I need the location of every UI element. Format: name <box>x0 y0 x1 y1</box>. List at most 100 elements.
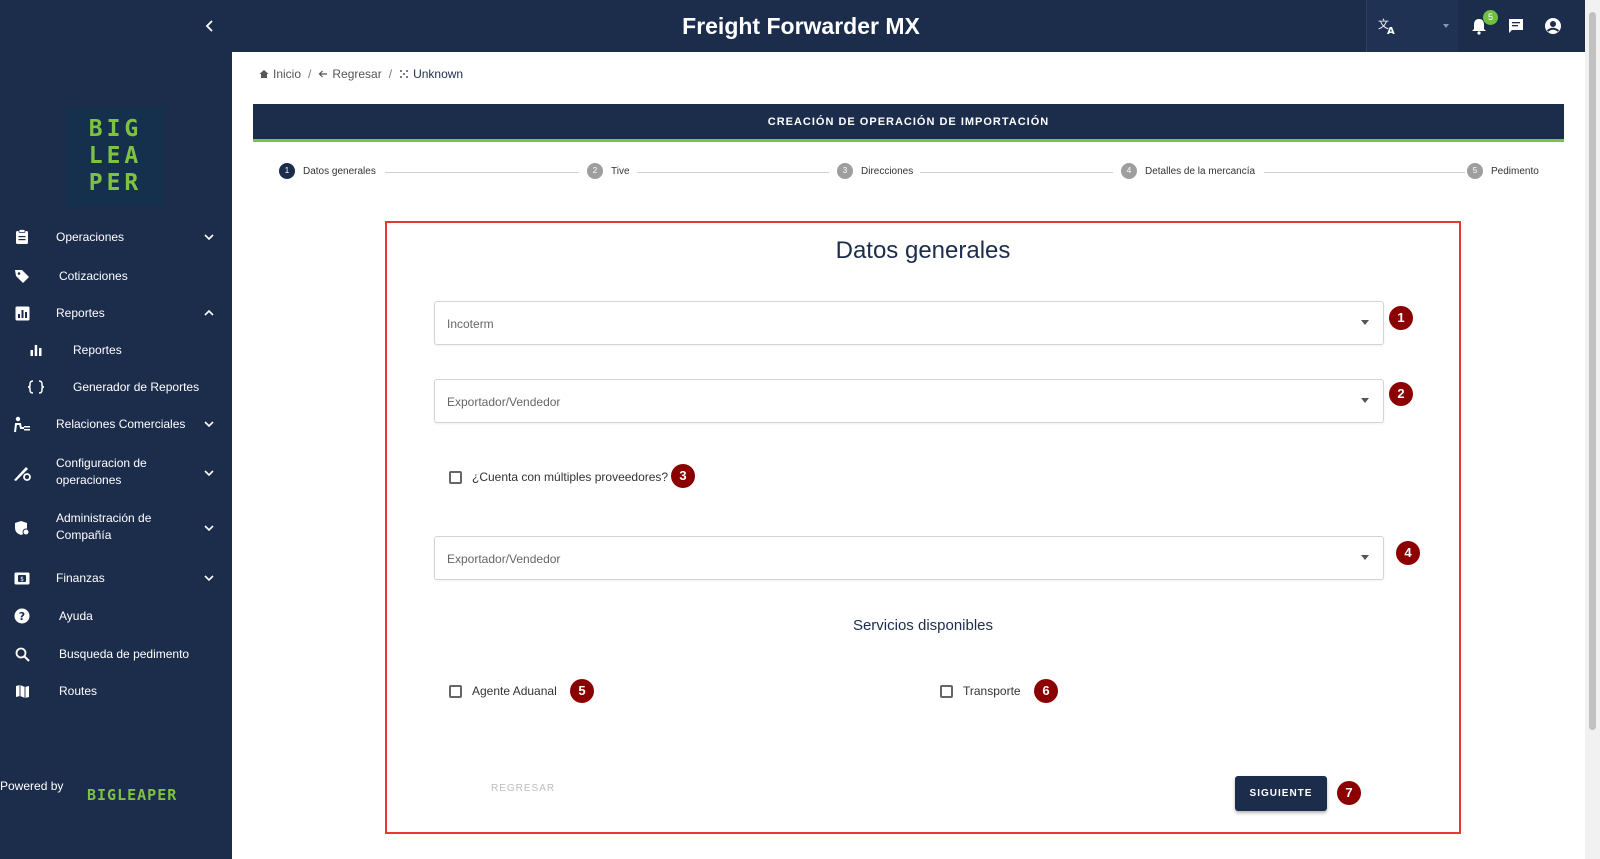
breadcrumb-home[interactable]: Inicio <box>259 67 301 81</box>
translate-icon: 文A <box>1378 17 1398 40</box>
sidebar-item-label: Generador de Reportes <box>73 379 200 394</box>
chat-icon[interactable] <box>1507 17 1525 35</box>
bar-chart-icon <box>27 341 45 359</box>
step-number: 5 <box>1467 163 1483 179</box>
step-datos-generales[interactable]: 1 Datos generales <box>279 163 376 179</box>
exporter-placeholder: Exportador/Vendedor <box>447 552 561 566</box>
svg-text:$: $ <box>20 576 24 583</box>
biglea-per-logo: BIG LEA PER <box>66 107 165 206</box>
sidebar-item-reportes[interactable]: Reportes <box>0 303 232 323</box>
collapse-sidebar-icon[interactable] <box>202 18 218 34</box>
form-title: Datos generales <box>835 237 1011 264</box>
logo-line: PER <box>88 170 143 196</box>
annotation-marker: 6 <box>1034 679 1058 703</box>
checkbox-label: Agente Aduanal <box>472 684 557 698</box>
step-pedimento[interactable]: 5 Pedimento <box>1467 163 1539 179</box>
report-icon <box>13 304 31 322</box>
dropdown-caret-icon <box>1443 24 1449 28</box>
sidebar-item-label: Ayuda <box>59 608 93 623</box>
sidebar-item-routes[interactable]: Routes <box>0 681 232 701</box>
checkbox-label: Transporte <box>963 684 1021 698</box>
exporter-placeholder: Exportador/Vendedor <box>447 395 561 409</box>
step-label: Datos generales <box>303 165 376 177</box>
sidebar-item-cotizaciones[interactable]: Cotizaciones <box>0 266 232 286</box>
sidebar-item-busqueda-pedimento[interactable]: Busqueda de pedimento <box>0 644 232 664</box>
stepper-connector <box>637 172 829 173</box>
people-icon <box>13 415 31 433</box>
step-tive[interactable]: 2 Tive <box>587 163 630 179</box>
stepper-connector <box>1264 172 1465 173</box>
svg-text:?: ? <box>19 610 25 623</box>
sidebar-item-relaciones-comerciales[interactable]: Relaciones Comerciales <box>0 414 232 434</box>
next-button[interactable]: SIGUIENTE <box>1235 776 1327 811</box>
language-selector[interactable]: 文A <box>1366 0 1458 52</box>
svg-text:A: A <box>1387 26 1395 35</box>
step-label: Tive <box>611 165 630 177</box>
logo-line: LEA <box>88 143 143 169</box>
multiple-suppliers-checkbox[interactable]: ¿Cuenta con múltiples proveedores? <box>449 470 668 484</box>
step-direcciones[interactable]: 3 Direcciones <box>837 163 913 179</box>
bigleaper-footer-logo: BIGLEAPER <box>87 786 178 804</box>
step-number: 4 <box>1121 163 1137 179</box>
back-button[interactable]: REGRESAR <box>491 783 555 794</box>
sidebar-item-finanzas[interactable]: $ Finanzas <box>0 568 232 588</box>
breadcrumb-home-label: Inicio <box>273 67 302 81</box>
annotation-marker: 2 <box>1389 382 1413 406</box>
sidebar-subitem-reportes[interactable]: Reportes <box>0 340 232 360</box>
annotation-marker: 1 <box>1389 306 1413 330</box>
annotation-marker: 7 <box>1337 781 1361 805</box>
sidebar-item-administracion-compania[interactable]: Administración de Compañía <box>0 510 232 546</box>
dots-icon <box>400 70 409 78</box>
arrow-left-icon <box>319 70 328 78</box>
map-icon <box>13 682 31 700</box>
stepper-connector <box>920 172 1113 173</box>
home-icon <box>259 70 269 78</box>
transport-checkbox[interactable]: Transporte <box>940 684 1021 698</box>
exporter-select-2[interactable]: Exportador/Vendedor <box>434 536 1384 580</box>
top-bar: Freight Forwarder MX 文A 5 <box>232 0 1585 52</box>
stepper-connector <box>385 172 579 173</box>
breadcrumb-back-label: Regresar <box>332 67 382 81</box>
account-icon[interactable] <box>1544 17 1562 35</box>
breadcrumb-back[interactable]: Regresar <box>318 67 382 81</box>
checkbox-label: ¿Cuenta con múltiples proveedores? <box>472 470 669 484</box>
sidebar-item-configuracion-operaciones[interactable]: Configuracion de operaciones <box>0 455 232 491</box>
step-detalles-mercancia[interactable]: 4 Detalles de la mercancía <box>1121 163 1255 179</box>
app-title: Freight Forwarder MX <box>682 13 920 39</box>
step-number: 1 <box>279 163 295 179</box>
incoterm-select[interactable]: Incoterm <box>434 301 1384 345</box>
general-data-form: Datos generales Incoterm 1 Exportador/Ve… <box>385 221 1461 834</box>
step-number: 2 <box>587 163 603 179</box>
breadcrumb: Inicio / Regresar / Unknown <box>259 67 463 81</box>
checkbox-box[interactable] <box>940 684 953 698</box>
annotation-marker: 3 <box>671 464 695 488</box>
sidebar-item-ayuda[interactable]: ? Ayuda <box>0 606 232 626</box>
dropdown-caret-icon <box>1361 320 1369 325</box>
step-number: 3 <box>837 163 853 179</box>
sidebar-item-label: Operaciones <box>56 229 125 244</box>
sidebar-subitem-generador[interactable]: Generador de Reportes <box>0 377 232 397</box>
braces-icon <box>27 378 45 396</box>
sidebar-item-label: Relaciones Comerciales <box>56 416 186 431</box>
services-section-title: Servicios disponibles <box>852 617 994 634</box>
breadcrumb-separator: / <box>388 67 393 81</box>
customs-agent-checkbox[interactable]: Agente Aduanal <box>449 684 557 698</box>
sidebar-item-label: Cotizaciones <box>59 268 128 283</box>
step-label: Detalles de la mercancía <box>1145 165 1256 177</box>
sidebar-item-operaciones[interactable]: Operaciones <box>0 227 232 247</box>
search-icon <box>13 645 31 663</box>
breadcrumb-current-label: Unknown <box>413 67 464 81</box>
incoterm-placeholder: Incoterm <box>447 317 494 331</box>
scrollbar-thumb[interactable] <box>1589 12 1596 730</box>
step-label: Direcciones <box>861 165 914 177</box>
breadcrumb-current: Unknown <box>399 67 463 81</box>
dropdown-caret-icon <box>1361 555 1369 560</box>
checkbox-box[interactable] <box>449 684 462 698</box>
sidebar-item-label: Configuracion de operaciones <box>56 456 147 487</box>
logo-line: BIG <box>88 116 143 142</box>
annotation-marker: 5 <box>570 679 594 703</box>
checkbox-box[interactable] <box>449 470 462 484</box>
exporter-select[interactable]: Exportador/Vendedor <box>434 379 1384 423</box>
sidebar-item-label: Busqueda de pedimento <box>59 646 190 661</box>
sidebar-item-label: Finanzas <box>56 570 105 585</box>
